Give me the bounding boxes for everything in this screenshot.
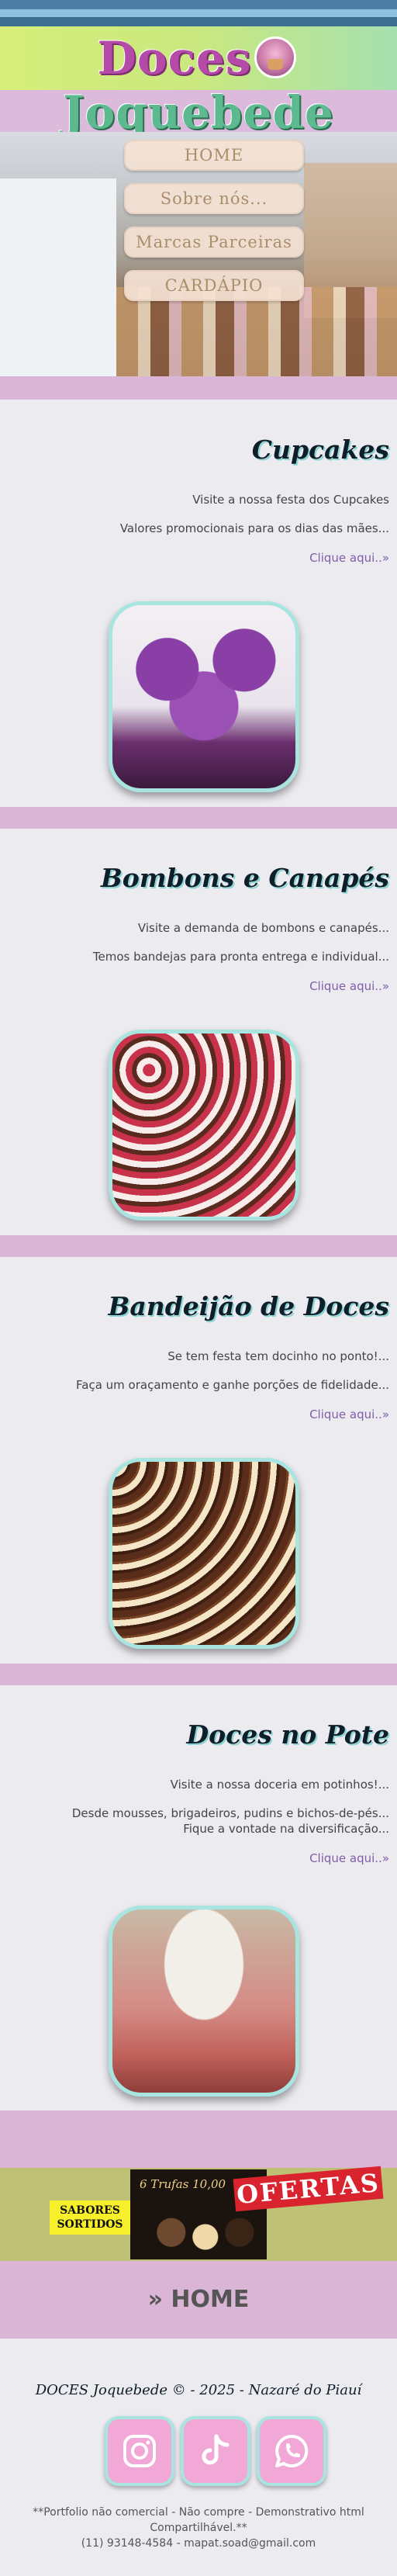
display-case [0, 178, 116, 376]
section-text: Desde mousses, brigadeiros, pudins e bic… [71, 1806, 389, 1820]
ofertas-text: OFERTAS [233, 2166, 384, 2212]
promo-strip [0, 2165, 397, 2168]
whatsapp-button[interactable] [257, 2416, 326, 2486]
section-link[interactable]: Clique aqui..» [309, 551, 389, 565]
section-text: Faça um oraçamento e ganhe porções de fi… [76, 1378, 389, 1392]
header-stripe-top [0, 0, 397, 9]
whatsapp-icon [275, 2434, 309, 2467]
section-text: Temos bandejas para pronta entrega e ind… [92, 950, 389, 964]
site-footer: DOCES Joquebede © - 2025 - Nazaré do Pia… [0, 2339, 397, 2576]
home-link[interactable]: » HOME [148, 2261, 250, 2339]
main-menu: HOME Sobre nós... Marcas Parceiras CARDÁ… [124, 140, 310, 313]
cupcake-logo-icon [254, 36, 297, 78]
doces-pote-photo[interactable] [109, 1906, 299, 2096]
sabores-line: SABORES [60, 2204, 120, 2217]
section-link[interactable]: Clique aqui..» [309, 1407, 389, 1421]
social-links [105, 2416, 326, 2490]
bombons-photo[interactable] [109, 1030, 299, 1220]
section-title: Cupcakes [251, 435, 389, 465]
section-text: Visite a demanda de bombons e canapés... [137, 921, 389, 935]
brand-word-doces: Doces [97, 32, 252, 85]
home-bar: » HOME [0, 2261, 397, 2339]
section-title: Doces no Pote [186, 1719, 389, 1750]
section-text: Visite a nossa doceria em potinhos!... [170, 1778, 389, 1792]
instagram-icon [123, 2435, 156, 2467]
divider-band [0, 376, 397, 400]
disclaimer-line: **Portfolio não comercial - Não compre -… [33, 2506, 364, 2519]
section-title: Bandeijão de Doces [108, 1291, 389, 1321]
section-link[interactable]: Clique aqui..» [309, 1851, 389, 1865]
copyright-text: DOCES Joquebede © - 2025 - Nazaré do Pia… [35, 2382, 362, 2398]
section-text: Se tem festa tem docinho no ponto!... [167, 1349, 389, 1363]
divider-band [0, 2110, 397, 2165]
poster-text: 6 Trufas 10,00 [140, 2177, 226, 2191]
menu-cardapio[interactable]: CARDÁPIO [124, 270, 304, 301]
bandeijao-photo[interactable] [109, 1458, 299, 1649]
instagram-button[interactable] [105, 2416, 174, 2486]
section-text: Valores promocionais para os dias das mã… [119, 521, 389, 535]
ofertas-label: OFERTAS [233, 2166, 397, 2212]
header-stripe-bottom [0, 17, 397, 26]
tiktok-button[interactable] [181, 2416, 250, 2486]
header-stripe-mid [0, 9, 397, 17]
sortidos-line: SORTIDOS [57, 2218, 123, 2231]
cupcakes-photo[interactable] [109, 601, 299, 792]
section-text: Visite a nossa festa dos Cupcakes [192, 493, 389, 507]
disclaimer-line: Compartilhável.** [150, 2522, 247, 2534]
brand-word-joquebede: Joquebede [63, 86, 334, 139]
menu-partners[interactable]: Marcas Parceiras [124, 227, 304, 258]
contact-line: (11) 93148-4584 - mapat.soad@gmail.com [81, 2537, 316, 2550]
brand-logo[interactable]: DocesJoquebede [0, 31, 397, 140]
divider-band [0, 1664, 397, 1685]
section-link[interactable]: Clique aqui..» [309, 979, 389, 993]
section-title: Bombons e Canapés [100, 863, 389, 893]
sabores-sortidos-label: SABORES SORTIDOS [50, 2200, 130, 2235]
menu-about[interactable]: Sobre nós... [124, 183, 304, 214]
divider-band [0, 807, 397, 829]
tiktok-icon [202, 2434, 230, 2465]
site-header: DocesJoquebede [0, 0, 397, 139]
section-text: Fique a vontade na diversificação... [183, 1822, 389, 1836]
disclaimer: **Portfolio não comercial - Não compre -… [0, 2505, 397, 2551]
menu-home[interactable]: HOME [124, 140, 304, 171]
divider-band [0, 1235, 397, 1257]
promo-banner[interactable]: SABORES SORTIDOS 6 Trufas 10,00 OFERTAS [0, 2165, 397, 2261]
